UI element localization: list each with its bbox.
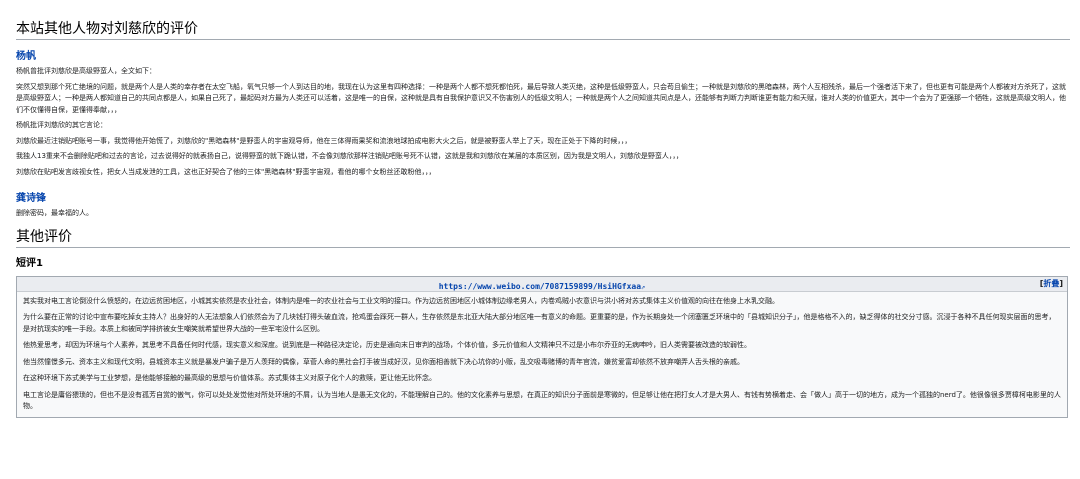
article-content: 本站其他人物对刘慈欣的评价 杨帆 杨帆曾批评刘慈欣是高级野蛮人，全文如下： 突然… [0, 0, 1080, 479]
quote-box: https://www.weibo.com/7087159899/HsiHGfx… [16, 275, 1068, 418]
paragraph: 我独人13重来不会删除贴吧和过去的言论，过去说得好的就表扬自己，说得野蛮的就下跪… [16, 152, 683, 160]
person-heading-yangfan[interactable]: 杨帆 [16, 40, 1070, 66]
fold-button[interactable]: 折叠 [1043, 279, 1059, 288]
quote-box-header: https://www.weibo.com/7087159899/HsiHGfx… [17, 276, 1067, 292]
paragraph: 突然又想到那个死亡绝境的问题，就是两个人是人类的幸存者在太空飞船，氧气只够一个人… [16, 82, 1066, 114]
quote-paragraph: 他当然憧憬多元、资本主义和现代文明，县城资本主义就是暴发户骗子是万人羡拜的偶像，… [23, 357, 744, 366]
quote-paragraph: 为什么要在正常的讨论中宣布要吃掉女主持人？出身好的人无法想象人们依然会为了几块钱… [23, 313, 1056, 333]
external-link-icon: ⇗ [641, 282, 646, 291]
paragraph: 删除密码，最幸福的人。 [16, 209, 93, 217]
quote-paragraph: 电工言论是庸俗猥琐的，但也不是没有孤芳自赏的傲气，你可以处处发觉他对所处环境的不… [23, 390, 1061, 411]
person-heading-gongshifeng[interactable]: 龚诗锋 [16, 182, 1070, 208]
quote-paragraph: 在这种环境下苏式美学与工业梦想，是他能够接触的最高级的思想与价值体系。苏式集体主… [23, 374, 436, 382]
weibo-link[interactable]: https://www.weibo.com/7087159899/HsiHGfx… [439, 282, 641, 291]
fold-toggle: [折叠] [1039, 278, 1063, 288]
paragraph: 刘慈欣最近注销贴吧账号一事，我觉得他开始慌了，刘慈欣的"黑暗森林"是野蛮人的宇宙… [16, 136, 632, 145]
paragraph: 杨帆曾批评刘慈欣是高级野蛮人，全文如下： [16, 67, 156, 75]
paragraph: 刘慈欣在贴吧发言歧视女性，把女人当成发泄的工具，这也正好契合了他的三体"黑暗森林… [16, 167, 436, 176]
subheading-short-review-1: 短评1 [16, 257, 43, 269]
paragraph: 杨帆批评刘慈欣的其它言论： [16, 121, 107, 129]
section-heading-other-reviews: 其他评价 [16, 224, 1070, 248]
quote-box-body: 其实我对电工言论倒没什么愤怒的，在边远贫困地区，小城其实依然是农业社会，体制内是… [17, 292, 1067, 417]
section-heading-others-on-liu: 本站其他人物对刘慈欣的评价 [16, 0, 1070, 40]
quote-paragraph: 他热爱思考，却因为环境与个人素养，其思考不具备任何时代感，现实意义和深度。说到底… [23, 341, 751, 349]
quote-paragraph: 其实我对电工言论倒没什么愤怒的，在边远贫困地区，小城其实依然是农业社会，体制内是… [23, 296, 779, 305]
